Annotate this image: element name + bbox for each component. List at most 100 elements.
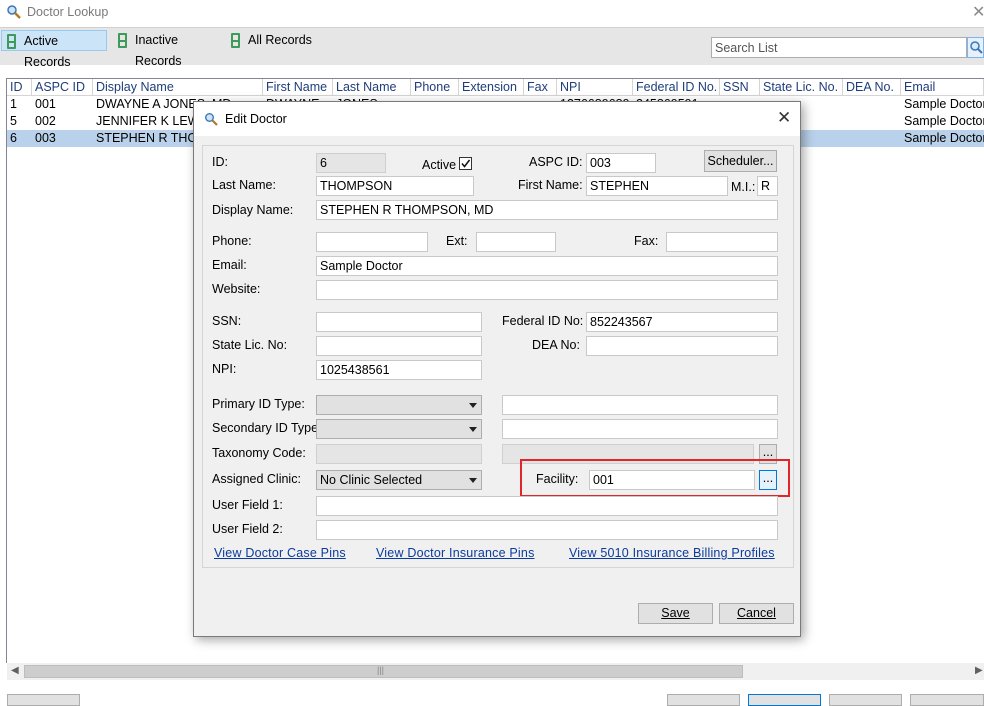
column-header-state-lic[interactable]: State Lic. No.: [760, 79, 843, 96]
primary-id-field[interactable]: [502, 395, 778, 415]
records-icon: [7, 34, 16, 49]
column-header-phone[interactable]: Phone: [411, 79, 459, 96]
search-input[interactable]: [712, 38, 966, 57]
user-field-2-label: User Field 2:: [212, 522, 283, 536]
window-title: Doctor Lookup: [27, 5, 109, 19]
ext-label: Ext:: [446, 234, 468, 248]
primary-id-type-select[interactable]: [316, 395, 482, 415]
column-header-ssn[interactable]: SSN: [720, 79, 760, 96]
assigned-clinic-value: No Clinic Selected: [320, 473, 423, 487]
first-name-label: First Name:: [518, 178, 583, 192]
close-icon[interactable]: ✕: [972, 2, 984, 22]
scroll-right-icon[interactable]: ▶: [975, 665, 983, 676]
user-field-1-label: User Field 1:: [212, 498, 283, 512]
display-name-label: Display Name:: [212, 203, 294, 217]
facility-field[interactable]: 001: [589, 470, 755, 490]
last-name-label: Last Name:: [212, 178, 276, 192]
federal-id-field[interactable]: 852243567: [586, 312, 778, 332]
records-icon: [118, 33, 127, 48]
column-header-last-name[interactable]: Last Name: [333, 79, 411, 96]
user-field-1[interactable]: [316, 496, 778, 516]
view-doctor-insurance-pins-link[interactable]: View Doctor Insurance Pins: [376, 546, 535, 560]
column-header-npi[interactable]: NPI: [557, 79, 633, 96]
active-checkbox[interactable]: [459, 157, 472, 170]
ssn-field[interactable]: [316, 312, 482, 332]
cancel-button[interactable]: Cancel: [719, 603, 794, 624]
edit-button[interactable]: [748, 694, 821, 706]
aspc-id-label: ASPC ID:: [529, 155, 583, 169]
last-name-field[interactable]: THOMPSON: [316, 176, 474, 196]
column-header-aspc-id[interactable]: ASPC ID: [32, 79, 93, 96]
column-header-extension[interactable]: Extension: [459, 79, 524, 96]
fax-field[interactable]: [666, 232, 778, 252]
assigned-clinic-select[interactable]: No Clinic Selected: [316, 470, 482, 490]
first-name-field[interactable]: STEPHEN: [586, 176, 728, 196]
state-lic-field[interactable]: [316, 336, 482, 356]
inactive-records-button[interactable]: Inactive Records: [113, 30, 225, 68]
aspc-id-field[interactable]: 003: [586, 153, 656, 173]
taxonomy-code-field: [316, 444, 482, 464]
email-label: Email:: [212, 258, 247, 272]
all-records-button[interactable]: All Records: [226, 30, 312, 51]
active-label: Active: [422, 158, 457, 172]
email-field[interactable]: Sample Doctor: [316, 256, 778, 276]
secondary-id-field[interactable]: [502, 419, 778, 439]
id-label: ID:: [212, 155, 228, 169]
view-doctor-case-pins-link[interactable]: View Doctor Case Pins: [214, 546, 346, 560]
column-header-display-name[interactable]: Display Name: [93, 79, 263, 96]
search-field[interactable]: [711, 37, 967, 58]
search-button[interactable]: [967, 37, 984, 58]
cancel-label: Cancel: [737, 606, 776, 620]
add-button[interactable]: [667, 694, 740, 706]
phone-field[interactable]: [316, 232, 428, 252]
magnifier-icon: [205, 113, 218, 126]
magnifier-icon: [7, 5, 21, 19]
active-records-button[interactable]: Active Records: [1, 30, 107, 69]
dialog-title: Edit Doctor: [225, 112, 287, 126]
display-name-field[interactable]: STEPHEN R THOMPSON, MD: [316, 200, 778, 220]
select-button[interactable]: [829, 694, 902, 706]
print-button[interactable]: [7, 694, 80, 706]
search-icon: [970, 41, 983, 54]
scroll-left-icon[interactable]: ◀: [11, 665, 19, 676]
view-5010-billing-profiles-link[interactable]: View 5010 Insurance Billing Profiles: [569, 546, 775, 560]
secondary-id-type-label: Secondary ID Type:: [212, 421, 322, 435]
npi-label: NPI:: [212, 362, 237, 376]
primary-id-type-label: Primary ID Type:: [212, 397, 305, 411]
column-header-first-name[interactable]: First Name: [263, 79, 333, 96]
save-label: Save: [661, 606, 690, 620]
taxonomy-code-label: Taxonomy Code:: [212, 446, 306, 460]
chevron-down-icon: [469, 403, 477, 408]
column-header-fax[interactable]: Fax: [524, 79, 557, 96]
scheduler-button[interactable]: Scheduler...: [704, 150, 777, 172]
inactive-records-label: Inactive Records: [135, 33, 182, 68]
records-icon: [231, 33, 240, 48]
save-button[interactable]: Save: [638, 603, 713, 624]
dea-field[interactable]: [586, 336, 778, 356]
cell-id: 1: [10, 97, 17, 111]
ssn-label: SSN:: [212, 314, 242, 328]
user-field-2[interactable]: [316, 520, 778, 540]
active-records-label: Active Records: [24, 34, 71, 69]
column-header-id[interactable]: ID: [7, 79, 32, 96]
cell-email: Sample Doctor: [904, 114, 984, 128]
close-button[interactable]: [910, 694, 984, 706]
cell-email: Sample Doctor1: [904, 97, 984, 111]
facility-lookup-button[interactable]: ...: [759, 470, 777, 490]
window-titlebar: [0, 0, 984, 26]
id-field: 6: [316, 153, 386, 173]
column-header-federal-id[interactable]: Federal ID No.: [633, 79, 720, 96]
website-field[interactable]: [316, 280, 778, 300]
federal-id-label: Federal ID No:: [502, 314, 584, 328]
ext-field[interactable]: [476, 232, 556, 252]
npi-field[interactable]: 1025438561: [316, 360, 482, 380]
middle-initial-field[interactable]: R: [757, 176, 778, 196]
column-header-email[interactable]: Email: [901, 79, 984, 96]
fax-label: Fax:: [634, 234, 659, 248]
cell-id: 6: [10, 131, 17, 145]
dialog-close-icon[interactable]: ✕: [777, 108, 791, 128]
cell-aspc-id: 003: [35, 131, 56, 145]
column-header-dea[interactable]: DEA No.: [843, 79, 901, 96]
state-lic-label: State Lic. No:: [212, 338, 288, 352]
secondary-id-type-select[interactable]: [316, 419, 482, 439]
